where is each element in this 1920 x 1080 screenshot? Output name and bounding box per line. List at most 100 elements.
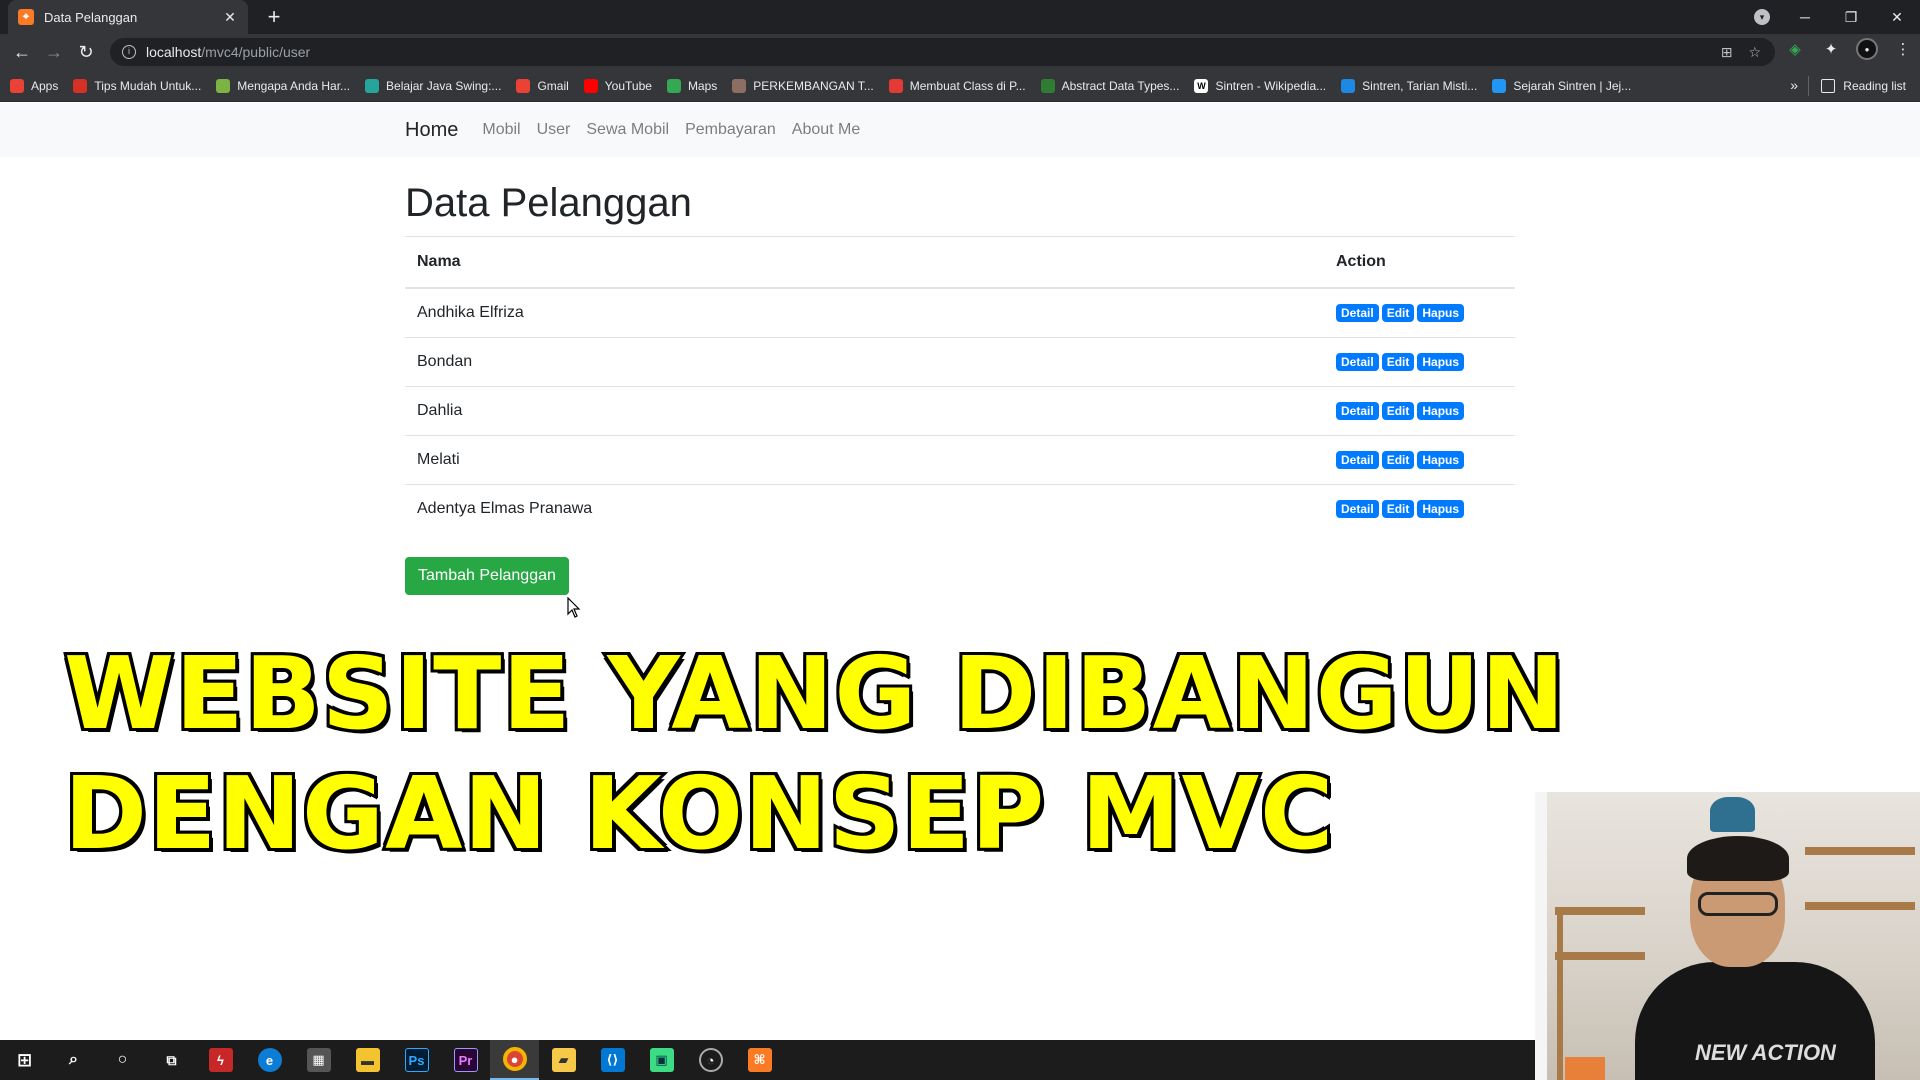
hapus-button[interactable]: Hapus <box>1417 352 1465 371</box>
customer-name: Bondan <box>405 336 1324 386</box>
bookmark-item[interactable]: PERKEMBANGAN T... <box>732 78 874 93</box>
new-tab-button[interactable]: + <box>260 4 288 30</box>
hapus-button[interactable]: Hapus <box>1417 401 1465 420</box>
browser-tab-active[interactable]: ⌖ Data Pelanggan ✕ <box>8 0 248 34</box>
bookmark-item[interactable]: Tips Mudah Untuk... <box>73 78 201 93</box>
table-row: Melati Detail Edit Hapus <box>405 434 1515 484</box>
table-row: Bondan Detail Edit Hapus <box>405 336 1515 386</box>
webcam-shelf-post <box>1557 914 1563 1080</box>
bookmark-item[interactable]: Maps <box>666 78 717 93</box>
edit-button[interactable]: Edit <box>1381 499 1415 518</box>
edit-button[interactable]: Edit <box>1381 401 1415 420</box>
edit-button[interactable]: Edit <box>1381 352 1415 371</box>
sticky-notes-icon[interactable]: ▰ <box>539 1040 588 1080</box>
premiere-icon[interactable]: Pr <box>441 1040 490 1080</box>
mouse-cursor-icon <box>567 597 581 618</box>
row-actions: Detail Edit Hapus <box>1324 434 1515 484</box>
close-window-icon[interactable]: ✕ <box>1874 0 1920 34</box>
detail-button[interactable]: Detail <box>1336 401 1379 420</box>
nav-link-about-me[interactable]: About Me <box>792 121 860 139</box>
reload-icon[interactable]: ↻ <box>70 36 102 68</box>
nav-link-mobil[interactable]: Mobil <box>482 121 520 139</box>
bookmark-item[interactable]: YouTube <box>583 78 652 93</box>
url-host: localhost <box>146 44 202 60</box>
bookmark-item[interactable]: Belajar Java Swing:... <box>365 78 501 93</box>
minimize-icon[interactable]: ─ <box>1782 0 1828 34</box>
profile-avatar-icon[interactable]: ● <box>1856 38 1878 60</box>
detail-button[interactable]: Detail <box>1336 303 1379 322</box>
android-studio-icon[interactable]: ▣ <box>637 1040 686 1080</box>
maps-pin-icon <box>666 78 681 93</box>
bookmark-item[interactable]: Abstract Data Types... <box>1040 78 1179 93</box>
site-info-icon[interactable]: i <box>122 45 136 59</box>
tab-search-icon[interactable]: ▾ <box>1754 9 1770 25</box>
navbar-brand-home[interactable]: Home <box>405 119 458 142</box>
column-header-nama: Nama <box>405 236 1324 289</box>
bookmark-star-icon[interactable]: ☆ <box>1748 44 1761 61</box>
overlay-caption-line1: WEBSITE YANG DIBANGUN <box>61 632 1568 755</box>
column-header-action: Action <box>1324 236 1515 289</box>
webcam-shirt-text: NEW ACTION <box>1695 1040 1836 1065</box>
obs-icon[interactable]: ◔ <box>686 1040 735 1080</box>
bookmark-label: PERKEMBANGAN T... <box>753 78 874 93</box>
chrome-icon[interactable]: ● <box>490 1040 539 1080</box>
bookmark-item[interactable]: W Sintren - Wikipedia... <box>1194 78 1326 93</box>
flash-app-icon[interactable]: ϟ <box>196 1040 245 1080</box>
tab-close-icon[interactable]: ✕ <box>222 9 238 25</box>
webcam-shelf <box>1555 907 1645 915</box>
detail-button[interactable]: Detail <box>1336 450 1379 469</box>
cortana-icon[interactable]: ○ <box>98 1040 147 1080</box>
row-actions: Detail Edit Hapus <box>1324 336 1515 386</box>
row-actions: Detail Edit Hapus <box>1324 385 1515 435</box>
webcam-person-glasses <box>1698 892 1778 916</box>
edit-button[interactable]: Edit <box>1381 450 1415 469</box>
wordpress-icon <box>1492 78 1507 93</box>
back-arrow-icon[interactable]: ← <box>6 36 38 68</box>
bookmark-item[interactable]: Membuat Class di P... <box>888 78 1026 93</box>
nav-link-user[interactable]: User <box>537 121 571 139</box>
nav-link-pembayaran[interactable]: Pembayaran <box>685 121 776 139</box>
nav-link-sewa-mobil[interactable]: Sewa Mobil <box>586 121 669 139</box>
bookmark-item[interactable]: Sintren, Tarian Misti... <box>1341 78 1478 93</box>
puzzle-extensions-icon[interactable]: ✦ <box>1820 38 1842 60</box>
bookmark-label: Sintren, Tarian Misti... <box>1362 78 1478 93</box>
row-actions: Detail Edit Hapus <box>1324 483 1515 533</box>
overlay-caption-line2: DENGAN KONSEP MVC <box>61 752 1336 875</box>
bookmark-item[interactable]: Sejarah Sintren | Jej... <box>1492 78 1631 93</box>
xampp-icon[interactable]: ⌘ <box>735 1040 784 1080</box>
microsoft-store-icon[interactable]: ▦ <box>294 1040 343 1080</box>
bookmark-item[interactable]: Gmail <box>516 78 569 93</box>
bookmarks-overflow-icon[interactable]: » <box>1790 77 1798 93</box>
edit-button[interactable]: Edit <box>1381 303 1415 322</box>
bookmark-item[interactable]: Apps <box>10 78 59 93</box>
tips-icon <box>73 78 88 93</box>
extension-icon[interactable]: ◈ <box>1784 38 1806 60</box>
table-header-row: Nama Action <box>405 236 1515 289</box>
hapus-button[interactable]: Hapus <box>1417 303 1465 322</box>
windows-start-icon[interactable]: ⊞ <box>0 1040 49 1080</box>
tab-title: Data Pelanggan <box>44 9 138 25</box>
kebab-menu-icon[interactable]: ⋮ <box>1892 38 1914 60</box>
photoshop-icon[interactable]: Ps <box>392 1040 441 1080</box>
xampp-favicon-icon: ⌖ <box>18 9 34 25</box>
customer-name: Adentya Elmas Pranawa <box>405 483 1324 533</box>
forward-arrow-icon[interactable]: → <box>38 36 70 68</box>
bookmark-label: Apps <box>31 78 59 93</box>
windows-taskbar: ⊞ ⌕ ○ ⧉ ϟ e ▦ ▬ Ps Pr ● ▰ ⟨⟩ ▣ ◔ ⌘ <box>0 1040 1535 1080</box>
address-bar[interactable]: i localhost/mvc4/public/user ⊞ ☆ <box>110 38 1775 66</box>
bookmark-item[interactable]: Mengapa Anda Har... <box>216 78 350 93</box>
restore-icon[interactable]: ❐ <box>1828 0 1874 34</box>
edge-browser-icon[interactable]: e <box>245 1040 294 1080</box>
hapus-button[interactable]: Hapus <box>1417 499 1465 518</box>
search-icon[interactable]: ⌕ <box>49 1040 98 1080</box>
detail-button[interactable]: Detail <box>1336 499 1379 518</box>
file-explorer-icon[interactable]: ▬ <box>343 1040 392 1080</box>
hapus-button[interactable]: Hapus <box>1417 450 1465 469</box>
vscode-icon[interactable]: ⟨⟩ <box>588 1040 637 1080</box>
translate-icon[interactable]: ⊞ <box>1721 44 1733 61</box>
reading-list-button[interactable]: Reading list <box>1808 76 1906 96</box>
add-customer-button[interactable]: Tambah Pelanggan <box>405 557 569 595</box>
detail-button[interactable]: Detail <box>1336 352 1379 371</box>
url-path: /mvc4/public/user <box>201 44 311 60</box>
task-view-icon[interactable]: ⧉ <box>147 1040 196 1080</box>
